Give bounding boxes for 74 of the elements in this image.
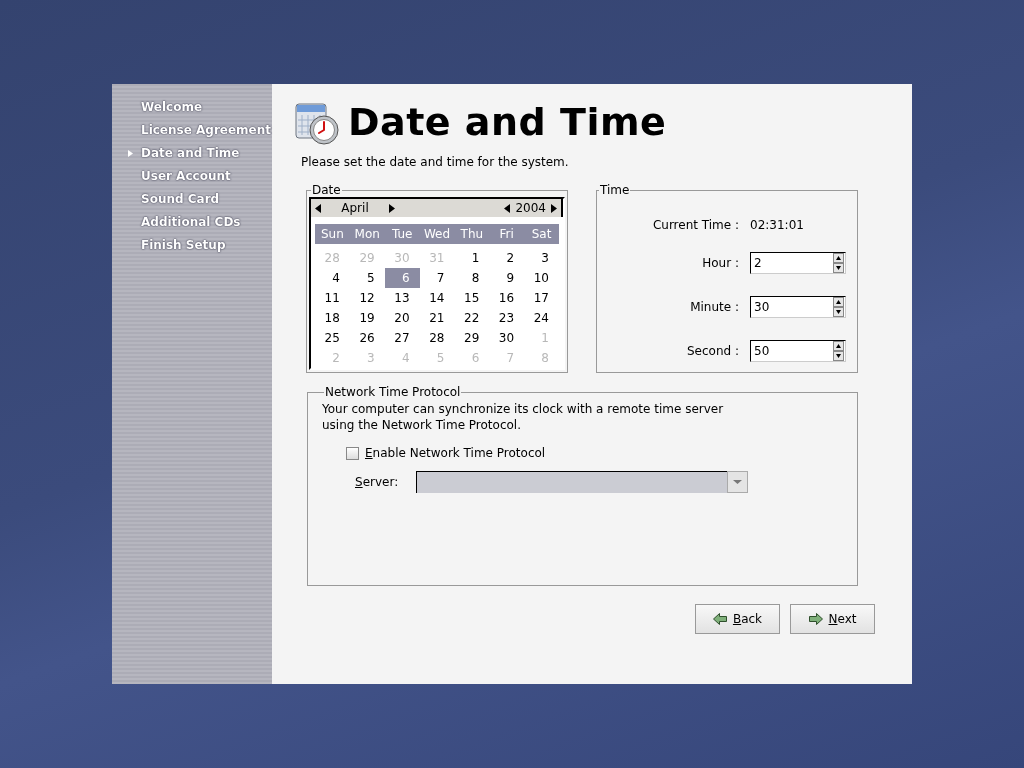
next-year-icon[interactable]	[551, 203, 557, 213]
calendar-day[interactable]: 27	[384, 328, 420, 348]
year-label: 2004	[515, 201, 546, 215]
sidebar-item: Finish Setup	[141, 238, 226, 252]
weekday-label: Fri	[498, 227, 515, 241]
calendar-day[interactable]: 20	[384, 308, 420, 328]
calendar-clock-icon	[294, 100, 340, 146]
weekday-label: Wed	[422, 227, 452, 241]
right-arrow-icon	[808, 613, 823, 625]
calendar-day[interactable]: 5	[349, 268, 385, 288]
checkbox[interactable]	[346, 446, 359, 460]
spin-arrows-icon[interactable]	[833, 297, 844, 317]
calendar-day[interactable]: 18	[315, 308, 350, 328]
sidebar-item: Sound Card	[141, 192, 220, 206]
calendar-day[interactable]: 9	[489, 268, 525, 288]
calendar-day[interactable]: 26	[349, 328, 385, 348]
server-label: Server:	[355, 475, 400, 489]
checkbox-label[interactable]: Enable Network Time Protocol	[365, 446, 546, 460]
calendar-day[interactable]: 16	[489, 288, 525, 308]
calendar-day[interactable]: 22	[454, 308, 490, 328]
calendar-day[interactable]: 19	[349, 308, 385, 328]
calendar-day[interactable]: 17	[524, 288, 559, 308]
ntp-description: Your computer can synchronize its clock with a remote time server using the Network Time Protocol.	[322, 401, 725, 433]
current-time-value: 02:31:01	[750, 218, 804, 232]
frame-legend: Network Time Protocol	[324, 385, 462, 399]
previous-month-icon[interactable]	[315, 203, 321, 213]
calendar-day[interactable]: 2	[489, 248, 525, 268]
frame-legend: Time	[599, 183, 631, 197]
calendar-day[interactable]: 12	[349, 288, 385, 308]
calendar-day[interactable]: 8	[454, 268, 490, 288]
sidebar-item: User Account	[141, 169, 231, 183]
weekday-label: Sat	[530, 227, 553, 241]
sidebar-item: License Agreement	[141, 123, 271, 137]
current-time-label: Current Time :	[651, 218, 739, 232]
calendar-day[interactable]: 1	[454, 248, 490, 268]
month-label: April	[340, 201, 370, 215]
calendar-day[interactable]: 21	[419, 308, 455, 328]
calendar-day[interactable]: 29	[454, 328, 490, 348]
time-field-label: Hour :	[701, 256, 739, 270]
time-field-label: Second :	[685, 344, 739, 358]
previous-year-icon[interactable]	[504, 203, 511, 213]
calendar-day[interactable]: 11	[315, 288, 350, 308]
left-arrow-icon	[712, 613, 727, 625]
spin-field[interactable]: 50	[750, 340, 846, 362]
calendar-day[interactable]: 3	[524, 248, 559, 268]
weekday-label: Thu	[459, 227, 485, 241]
spin-arrows-icon[interactable]	[833, 341, 844, 361]
time-field-label: Minute :	[689, 300, 739, 314]
sidebar-item: Additional CDs	[141, 215, 241, 229]
calendar-day[interactable]: 13	[384, 288, 420, 308]
calendar-day[interactable]: 25	[315, 328, 350, 348]
calendar-day[interactable]: 7	[419, 268, 455, 288]
description-text: Please set the date and time for the system.	[301, 155, 570, 169]
calendar-day[interactable]: 4	[315, 268, 350, 288]
sidebar-item: Welcome	[141, 100, 203, 114]
spin-arrows-icon[interactable]	[833, 253, 844, 273]
calendar-day[interactable]: 30	[489, 328, 525, 348]
weekday-label: Sun	[320, 227, 345, 241]
spin-field[interactable]: 30	[750, 296, 846, 318]
next-month-icon[interactable]	[389, 203, 395, 213]
calendar-day[interactable]: 15	[454, 288, 490, 308]
calendar-day[interactable]: 23	[489, 308, 525, 328]
wizard-button[interactable]: Next	[790, 604, 875, 634]
weekday-label: Tue	[390, 227, 414, 241]
weekday-label: Mon	[353, 227, 381, 241]
calendar-day[interactable]: 14	[419, 288, 455, 308]
spin-field[interactable]: 2	[750, 252, 846, 274]
calendar-day[interactable]: 28	[419, 328, 455, 348]
calendar-day[interactable]: 10	[524, 268, 559, 288]
frame-legend: Date	[311, 183, 342, 197]
calendar-day[interactable]: 24	[524, 308, 559, 328]
sidebar-item: Date and Time	[141, 146, 240, 160]
page-title: Date and Time	[348, 100, 667, 144]
wizard-button[interactable]: Back	[695, 604, 780, 634]
